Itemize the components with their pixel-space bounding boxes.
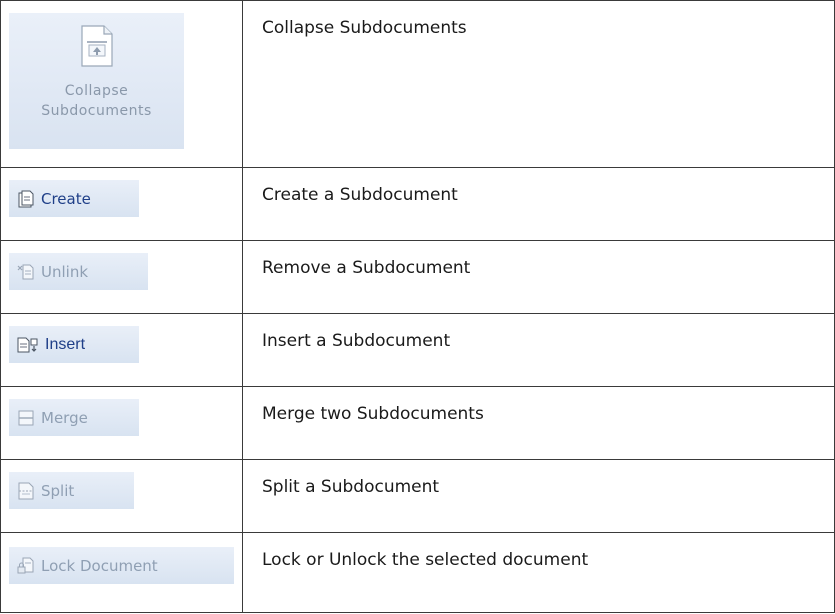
collapse-subdocuments-icon (80, 25, 113, 67)
description-cell: Merge two Subdocuments (242, 386, 835, 460)
table-row: Split Split a Subdocument (0, 459, 835, 533)
button-cell: Insert (0, 313, 243, 387)
table-row: Merge Merge two Subdocuments (0, 386, 835, 460)
merge-button[interactable]: Merge (9, 399, 139, 436)
button-cell: Create (0, 167, 243, 241)
description-cell: Create a Subdocument (242, 167, 835, 241)
description-cell: Split a Subdocument (242, 459, 835, 533)
button-cell: Lock Document (0, 532, 243, 613)
button-label: Create (41, 189, 91, 208)
merge-subdocuments-icon (18, 410, 34, 425)
description-cell: Lock or Unlock the selected document (242, 532, 835, 613)
button-label: Merge (41, 408, 88, 427)
button-label-line-2: Subdocuments (41, 103, 152, 119)
unlink-subdocument-icon (17, 264, 34, 279)
button-label: Unlink (41, 262, 89, 281)
description-cell: Remove a Subdocument (242, 240, 835, 314)
button-label: Lock Document (41, 556, 158, 575)
unlink-button[interactable]: Unlink (9, 253, 148, 290)
button-cell: Unlink (0, 240, 243, 314)
split-subdocument-icon (18, 482, 34, 499)
insert-button[interactable]: Insert (9, 326, 139, 363)
button-label: Split (41, 481, 75, 500)
table-row: Insert Insert a Subdocument (0, 313, 835, 387)
button-label-line-1: Collapse (64, 83, 129, 99)
split-button[interactable]: Split (9, 472, 134, 509)
description-cell: Insert a Subdocument (242, 313, 835, 387)
button-cell: Collapse Subdocuments (0, 0, 243, 168)
table-row: Lock Document Lock or Unlock the selecte… (0, 532, 835, 613)
table-row: Create Create a Subdocument (0, 167, 835, 241)
collapse-subdocuments-button[interactable]: Collapse Subdocuments (9, 13, 184, 149)
create-button[interactable]: Create (9, 180, 139, 217)
table-row: Unlink Remove a Subdocument (0, 240, 835, 314)
button-label: Insert (45, 335, 86, 353)
button-cell: Split (0, 459, 243, 533)
create-subdocument-icon (18, 190, 34, 207)
insert-subdocument-icon (17, 337, 38, 352)
button-cell: Merge (0, 386, 243, 460)
lock-document-icon (17, 557, 34, 573)
description-cell: Collapse Subdocuments (242, 0, 835, 168)
reference-table: Collapse Subdocuments Collapse Subdocume… (0, 0, 835, 613)
table-row: Collapse Subdocuments Collapse Subdocume… (0, 0, 835, 168)
lock-document-button[interactable]: Lock Document (9, 547, 234, 584)
